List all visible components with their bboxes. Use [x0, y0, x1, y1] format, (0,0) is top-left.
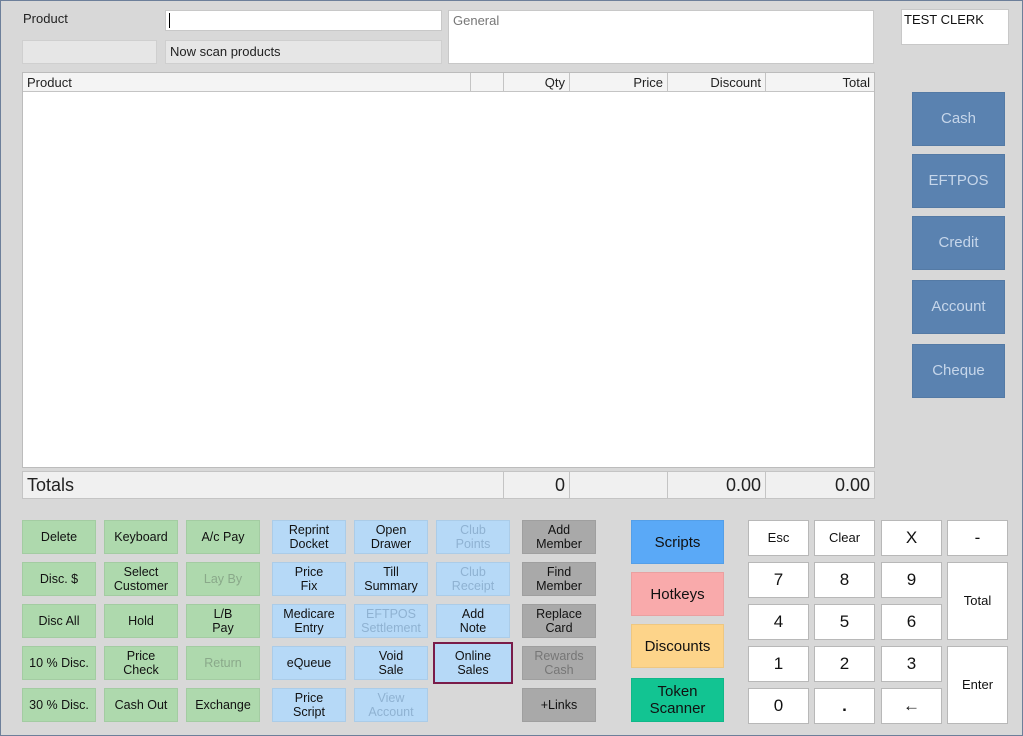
return-button[interactable]: Return [186, 646, 260, 680]
sale-items-table[interactable]: Product Qty Price Discount Total [22, 72, 875, 468]
rewards-cash-button[interactable]: Rewards Cash [522, 646, 596, 680]
key-1[interactable]: 1 [748, 646, 809, 682]
status-blank-box [22, 40, 157, 64]
club-points-button[interactable]: Club Points [436, 520, 510, 554]
disc-all-button[interactable]: Disc All [22, 604, 96, 638]
totals-total: 0.00 [834, 475, 870, 495]
token-scanner-button[interactable]: Token Scanner [631, 678, 724, 722]
col-header-blank [471, 73, 504, 92]
lb-pay-button[interactable]: L/B Pay [186, 604, 260, 638]
general-label: General [453, 13, 500, 28]
clerk-box: TEST CLERK [901, 9, 1009, 45]
key-backspace[interactable]: ← [881, 688, 942, 724]
price-fix-button[interactable]: Price Fix [272, 562, 346, 596]
select-customer-button[interactable]: Select Customer [104, 562, 178, 596]
lay-by-button[interactable]: Lay By [186, 562, 260, 596]
general-notes-field[interactable]: General [448, 10, 874, 64]
keyboard-button[interactable]: Keyboard [104, 520, 178, 554]
hotkeys-button[interactable]: Hotkeys [631, 572, 724, 616]
product-input[interactable] [165, 10, 442, 31]
key-enter[interactable]: Enter [947, 646, 1008, 724]
status-message: Now scan products [165, 40, 442, 64]
col-header-price: Price [570, 73, 668, 92]
view-account-button[interactable]: View Account [354, 688, 428, 722]
key-7[interactable]: 7 [748, 562, 809, 598]
price-check-button[interactable]: Price Check [104, 646, 178, 680]
delete-button[interactable]: Delete [22, 520, 96, 554]
cheque-button[interactable]: Cheque [912, 344, 1005, 398]
find-member-button[interactable]: Find Member [522, 562, 596, 596]
price-script-button[interactable]: Price Script [272, 688, 346, 722]
medicare-entry-button[interactable]: Medicare Entry [272, 604, 346, 638]
key-3[interactable]: 3 [881, 646, 942, 682]
col-header-qty: Qty [504, 73, 570, 92]
exchange-button[interactable]: Exchange [186, 688, 260, 722]
key-2[interactable]: 2 [814, 646, 875, 682]
add-member-button[interactable]: Add Member [522, 520, 596, 554]
disc-30-button[interactable]: 30 % Disc. [22, 688, 96, 722]
key-clear[interactable]: Clear [814, 520, 875, 556]
discounts-button[interactable]: Discounts [631, 624, 724, 668]
reprint-docket-button[interactable]: Reprint Docket [272, 520, 346, 554]
ac-pay-button[interactable]: A/c Pay [186, 520, 260, 554]
void-sale-button[interactable]: Void Sale [354, 646, 428, 680]
cash-out-button[interactable]: Cash Out [104, 688, 178, 722]
scripts-button[interactable]: Scripts [631, 520, 724, 564]
totals-price [570, 472, 668, 498]
product-label: Product [23, 11, 68, 26]
credit-button[interactable]: Credit [912, 216, 1005, 270]
disc-10-button[interactable]: 10 % Disc. [22, 646, 96, 680]
online-sales-button[interactable]: Online Sales [433, 642, 513, 684]
totals-label: Totals [23, 472, 504, 498]
equeue-button[interactable]: eQueue [272, 646, 346, 680]
clerk-name: TEST CLERK [904, 12, 984, 27]
links-button[interactable]: +Links [522, 688, 596, 722]
key-4[interactable]: 4 [748, 604, 809, 640]
key-esc[interactable]: Esc [748, 520, 809, 556]
col-header-discount: Discount [668, 73, 766, 92]
eftpos-button[interactable]: EFTPOS [912, 154, 1005, 208]
totals-discount: 0.00 [668, 472, 766, 498]
key-minus[interactable]: - [947, 520, 1008, 556]
till-summary-button[interactable]: Till Summary [354, 562, 428, 596]
key-8[interactable]: 8 [814, 562, 875, 598]
replace-card-button[interactable]: Replace Card [522, 604, 596, 638]
col-header-product: Product [23, 73, 471, 92]
open-drawer-button[interactable]: Open Drawer [354, 520, 428, 554]
key-dot[interactable]: . [814, 688, 875, 724]
hold-button[interactable]: Hold [104, 604, 178, 638]
key-0[interactable]: 0 [748, 688, 809, 724]
key-9[interactable]: 9 [881, 562, 942, 598]
col-header-total: Total [766, 73, 874, 92]
text-cursor [169, 13, 170, 28]
add-note-button[interactable]: Add Note [436, 604, 510, 638]
key-multiply[interactable]: X [881, 520, 942, 556]
cash-button[interactable]: Cash [912, 92, 1005, 146]
disc-dollar-button[interactable]: Disc. $ [22, 562, 96, 596]
totals-qty: 0 [504, 472, 570, 498]
key-5[interactable]: 5 [814, 604, 875, 640]
account-button[interactable]: Account [912, 280, 1005, 334]
backspace-arrow-icon: ← [903, 696, 920, 715]
key-6[interactable]: 6 [881, 604, 942, 640]
eftpos-settlement-button[interactable]: EFTPOS Settlement [354, 604, 428, 638]
club-receipt-button[interactable]: Club Receipt [436, 562, 510, 596]
totals-row: Totals 0 0.00 0.00 [22, 471, 875, 499]
key-total[interactable]: Total [947, 562, 1008, 640]
